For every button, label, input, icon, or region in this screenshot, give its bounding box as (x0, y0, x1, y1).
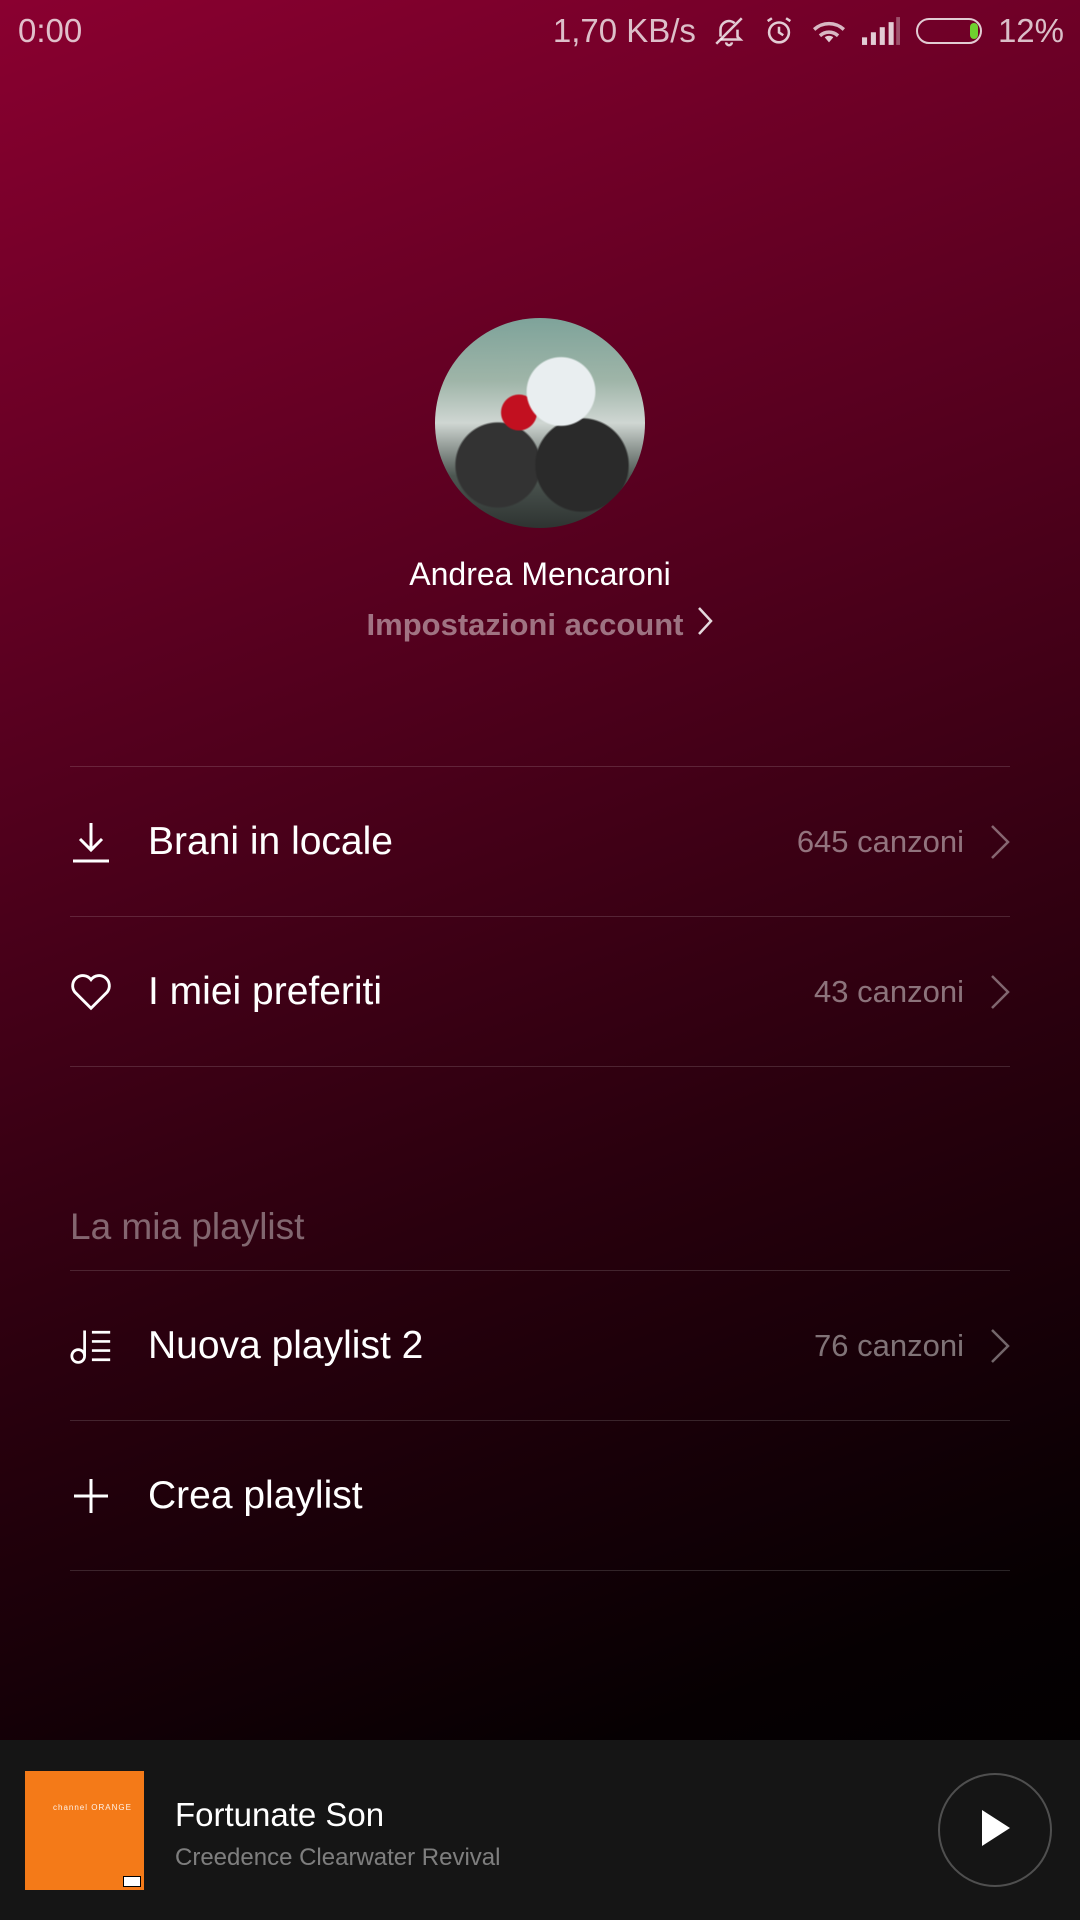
account-settings-label: Impostazioni account (366, 607, 684, 642)
status-time: 0:00 (18, 12, 83, 49)
section-title-playlists: La mia playlist (70, 1206, 305, 1247)
account-settings-link[interactable]: Impostazioni account (367, 606, 714, 644)
status-bar: 0:00 1,70 KB/s 12% (0, 0, 1080, 62)
network-speed: 1,70 KB/s (552, 12, 696, 49)
create-playlist-button[interactable]: Crea playlist (70, 1421, 1010, 1570)
play-button[interactable] (938, 1773, 1052, 1887)
library-item-label: I miei preferiti (148, 969, 383, 1013)
library-item-local-songs[interactable]: Brani in locale 645 canzoni (70, 767, 1010, 916)
download-icon (70, 821, 112, 863)
divider (70, 1066, 1010, 1067)
signal-icon (861, 17, 900, 45)
playlist-label: Nuova playlist 2 (148, 1323, 424, 1367)
profile-name: Andrea Mencaroni (409, 556, 671, 592)
battery-icon (915, 18, 982, 44)
wifi-icon (812, 16, 846, 46)
chevron-right-icon (697, 606, 714, 644)
profile-section: Andrea Mencaroni Impostazioni account (0, 318, 1080, 644)
song-title: Fortunate Son (175, 1796, 385, 1833)
song-artist: Creedence Clearwater Revival (175, 1844, 501, 1871)
chevron-right-icon (990, 824, 1010, 860)
song-count: 43 canzoni (814, 973, 964, 1009)
plus-icon (70, 1475, 112, 1517)
chevron-right-icon (990, 974, 1010, 1010)
album-art-text: channel ORANGE (53, 1803, 132, 1812)
playlist-item[interactable]: Nuova playlist 2 76 canzoni (70, 1271, 1010, 1420)
playlist-list: Nuova playlist 2 76 canzoni Crea playlis… (70, 1270, 1010, 1571)
create-playlist-label: Crea playlist (148, 1473, 363, 1517)
notifications-off-icon (712, 14, 746, 48)
heart-icon (70, 971, 112, 1013)
avatar[interactable] (435, 318, 645, 528)
divider (70, 1570, 1010, 1571)
song-count: 76 canzoni (814, 1327, 964, 1363)
parental-advisory-badge (123, 1876, 141, 1887)
library-list: Brani in locale 645 canzoni I miei prefe… (70, 766, 1010, 1067)
library-item-favorites[interactable]: I miei preferiti 43 canzoni (70, 917, 1010, 1066)
playlist-icon (70, 1325, 112, 1367)
alarm-icon (762, 14, 796, 48)
status-icons: 1,70 KB/s 12% (553, 10, 1064, 52)
battery-percent: 12% (997, 12, 1064, 49)
library-item-label: Brani in locale (148, 819, 393, 863)
song-count: 645 canzoni (796, 823, 964, 859)
play-icon (978, 1808, 1012, 1853)
now-playing-bar[interactable]: channel ORANGE Fortunate Son Creedence C… (0, 1740, 1080, 1920)
album-art[interactable]: channel ORANGE (25, 1771, 144, 1890)
chevron-right-icon (990, 1328, 1010, 1364)
